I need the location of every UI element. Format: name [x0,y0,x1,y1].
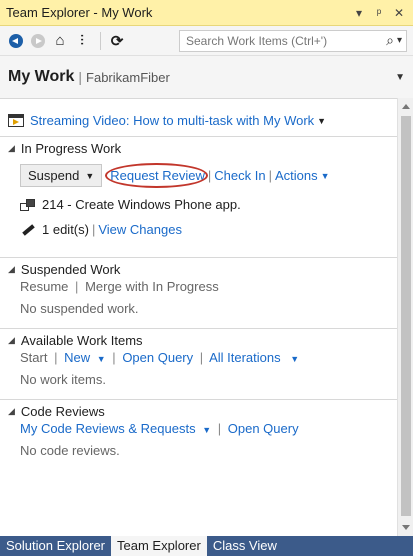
close-icon[interactable]: ✕ [391,6,407,20]
work-item-icon [20,198,36,212]
collapse-toggle-icon[interactable]: ◢ [8,143,15,154]
start-link[interactable]: Start [20,350,47,365]
home-button[interactable]: ⌂ [50,31,70,51]
my-code-reviews-link[interactable]: My Code Reviews & Requests [20,421,196,436]
iterations-dropdown-icon[interactable]: ▼ [290,354,299,364]
merge-link[interactable]: Merge with In Progress [85,279,219,294]
pending-changes-row: 1 edit(s) | View Changes [20,222,389,237]
available-work-section: ◢ Available Work Items Start | New ▼ | O… [0,328,397,399]
scroll-up-icon[interactable] [402,104,410,109]
connect-button[interactable]: ⫶ [72,31,92,51]
suspended-actions: Resume | Merge with In Progress [20,279,389,294]
refresh-button[interactable]: ⟳ [107,31,127,51]
collapse-toggle-icon[interactable]: ◢ [8,264,15,275]
all-iterations-link[interactable]: All Iterations [209,350,281,365]
work-item-title[interactable]: 214 - Create Windows Phone app. [42,197,241,212]
page-menu-dropdown-icon[interactable]: ▼ [395,72,405,83]
actions-link[interactable]: Actions [275,168,318,183]
window-title: Team Explorer - My Work [6,5,153,20]
section-title-in-progress: In Progress Work [20,141,122,156]
link-divider: | [268,168,272,183]
suspend-label: Suspend [28,168,80,183]
pencil-icon [20,224,36,236]
project-name: FabrikamFiber [86,69,170,85]
suspended-section: ◢ Suspended Work Resume | Merge with In … [0,257,397,328]
actions-dropdown-icon[interactable]: ▼ [321,171,330,181]
resume-link[interactable]: Resume [20,279,68,294]
window-position-dropdown-icon[interactable]: ▾ [351,6,367,20]
suspend-button[interactable]: Suspend ▼ [20,164,103,187]
video-dropdown-icon[interactable]: ▼ [317,116,326,126]
pin-icon[interactable]: ᵖ [371,6,387,20]
edit-count: 1 edit(s) [42,222,89,237]
code-reviews-dropdown-icon[interactable]: ▼ [202,425,211,435]
empty-message: No suspended work. [20,301,139,316]
section-title-suspended: Suspended Work [20,262,121,277]
page-title: My Work [8,68,75,85]
search-icon[interactable]: ⌕ [386,32,394,49]
collapse-toggle-icon[interactable]: ◢ [8,406,15,417]
my-work-content: Streaming Video: How to multi-task with … [0,98,397,536]
in-progress-actions: Suspend ▼ Request Review | Check In | Ac… [20,163,389,188]
tab-class-view[interactable]: Class View [207,536,283,556]
open-query-link[interactable]: Open Query [122,350,193,365]
link-divider: | [54,350,58,365]
link-divider: | [207,168,212,183]
collapse-toggle-icon[interactable]: ◢ [8,335,15,346]
suspend-dropdown-icon[interactable]: ▼ [85,171,94,181]
link-divider: | [91,222,96,237]
in-progress-section: ◢ In Progress Work Suspend ▼ Request Rev… [0,136,397,247]
check-in-link[interactable]: Check In [214,168,265,183]
tab-team-explorer[interactable]: Team Explorer [111,536,207,556]
video-banner: Streaming Video: How to multi-task with … [0,99,397,136]
available-actions: Start | New ▼ | Open Query | All Iterati… [20,350,389,365]
request-review-wrapper: Request Review [105,163,208,188]
streaming-video-link[interactable]: Streaming Video: How to multi-task with … [30,113,314,128]
scroll-down-icon[interactable] [402,525,410,530]
link-divider: | [75,279,79,294]
link-divider: | [199,350,204,365]
forward-button[interactable] [28,31,48,51]
refresh-icon: ⟳ [110,32,124,50]
connect-icon: ⫶ [80,32,84,48]
empty-message: No work items. [20,372,106,387]
tab-solution-explorer[interactable]: Solution Explorer [0,536,111,556]
header-separator: | [78,69,83,85]
vertical-scrollbar[interactable] [397,98,413,536]
code-reviews-section: ◢ Code Reviews My Code Reviews & Request… [0,399,397,470]
bottom-tab-strip: Solution Explorer Team Explorer Class Vi… [0,536,413,556]
toolbar: ⌂ ⫶ ⟳ ⌕ ▾ [0,26,413,56]
section-title-code-reviews: Code Reviews [20,404,105,419]
link-divider: | [217,421,222,436]
window-title-bar: Team Explorer - My Work ▾ ᵖ ✕ [0,0,413,26]
work-item-row[interactable]: 214 - Create Windows Phone app. [20,197,389,212]
toolbar-divider [100,31,101,50]
search-options-dropdown-icon[interactable]: ▾ [397,35,402,46]
new-dropdown-icon[interactable]: ▼ [97,354,106,364]
page-header: My Work | FabrikamFiber ▼ [0,56,413,98]
back-arrow-icon [9,33,23,48]
video-icon [8,114,24,127]
home-icon: ⌂ [55,32,65,49]
search-input[interactable] [184,32,387,49]
link-divider: | [112,350,116,365]
search-box[interactable]: ⌕ ▾ [179,29,407,52]
back-button[interactable] [6,31,26,51]
highlight-oval [105,163,208,188]
new-link[interactable]: New [64,350,90,365]
code-review-actions: My Code Reviews & Requests ▼ | Open Quer… [20,421,389,436]
forward-arrow-icon [31,33,45,48]
scroll-thumb[interactable] [401,116,411,516]
section-title-available: Available Work Items [20,333,143,348]
view-changes-link[interactable]: View Changes [98,222,182,237]
empty-message: No code reviews. [20,443,120,458]
open-query-link[interactable]: Open Query [228,421,299,436]
